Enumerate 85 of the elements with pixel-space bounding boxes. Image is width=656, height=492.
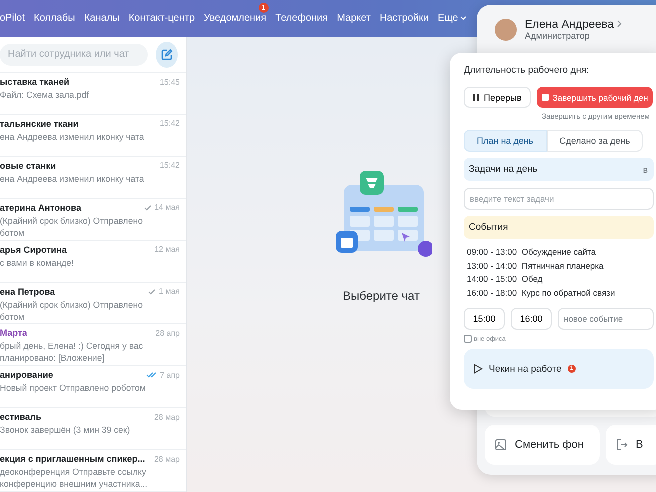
double-check-icon (146, 372, 158, 378)
chat-list-item[interactable]: ена Петрова 1 мая (Крайний срок близко) Отправлено ботом (0, 282, 186, 324)
events-title: События (469, 222, 508, 233)
pause-icon (473, 94, 479, 101)
nav-link[interactable]: Телефония (276, 13, 328, 24)
chat-list-item[interactable]: ыставка тканей 15:45 Файл: Схема зала.pdf (0, 73, 186, 115)
chat-name: ыставка тканей (0, 77, 70, 87)
nav-link[interactable]: Еще (438, 13, 468, 24)
change-background-button[interactable]: Сменить фон (485, 425, 600, 465)
chat-preview: Файл: Схема зала.pdf (0, 89, 90, 101)
tab[interactable]: План на день (464, 130, 547, 152)
chat-name: атерина Антонова (0, 202, 82, 213)
compose-button[interactable] (156, 42, 178, 68)
nav-link[interactable]: Маркет (337, 13, 371, 24)
chat-time: 14 мая (144, 203, 180, 212)
nav-link[interactable]: Настройки (380, 13, 429, 24)
chat-list-item[interactable]: екция с приглашенным спикер... 28 мар деоконференция Отправьте ссылку конференцию внешним участника... (0, 450, 186, 492)
chat-list-item[interactable]: атерина Антонова 14 мая (Крайний срок близко) Отправлено ботом (0, 198, 186, 241)
chat-time: 15:42 (160, 119, 180, 128)
event-line: 16:00 - 18:00 Курс по обратной связи (467, 288, 616, 299)
chat-list-item[interactable]: Марта 28 апр брый день, Елена! :) Сегодня у вас планировано: [Вложение] (0, 324, 186, 366)
chat-time: 1 мая (148, 287, 180, 296)
chat-time: 28 мар (154, 412, 180, 422)
pause-button[interactable]: Перерыв (464, 87, 531, 108)
nav-link[interactable]: oPilot (0, 13, 26, 24)
chat-name: Марта (0, 328, 28, 338)
start-time-field[interactable]: 15:00 (464, 308, 505, 330)
chat-time: 15:45 (160, 78, 180, 86)
chat-preview: брый день, Елена! :) Сегодня у вас планировано: [Вложение] (0, 340, 144, 364)
chat-time: 15:42 (160, 161, 180, 170)
tasks-title: Задачи на день (469, 164, 538, 175)
chat-time: 28 мар (154, 454, 180, 464)
chat-name: арья Сиротина (0, 244, 67, 255)
checkbox[interactable] (464, 335, 472, 343)
chat-name: естиваль (0, 412, 42, 422)
chat-name: тальянские ткани (0, 118, 79, 129)
nav-link[interactable]: Каналы (84, 13, 120, 24)
chat-name: анирование (0, 370, 54, 380)
chat-preview: ена Андреева изменил иконку чата (0, 172, 146, 185)
image-icon (495, 439, 507, 451)
search-field[interactable]: Найти сотрудника или чат (0, 44, 148, 66)
check-icon (148, 288, 156, 295)
chat-preview: Новый проект Отправлено роботом (0, 382, 147, 394)
chevron-right-icon (617, 20, 622, 28)
empty-state-text: Выберите чат (343, 288, 420, 302)
chat-time: 12 мая (154, 245, 180, 254)
nav-link[interactable]: Уведомления (204, 13, 267, 24)
chat-list-item[interactable]: анирование 7 апр Новый проект Отправлено роботом (0, 366, 186, 408)
user-role: Администратор (525, 31, 591, 41)
check-icon (144, 204, 152, 211)
chat-name: овые станки (0, 160, 56, 171)
user-name[interactable]: Елена Андреева (525, 19, 622, 31)
chat-time: 28 апр (156, 328, 180, 338)
chat-name: екция с приглашенным спикер... (0, 454, 146, 464)
end-time-field[interactable]: 16:00 (511, 308, 552, 330)
chevron-down-icon (460, 16, 468, 21)
chat-preview: (Крайний срок близко) Отправлено ботом (0, 214, 144, 239)
avatar-placeholder (495, 19, 517, 41)
event-line: 13:00 - 14:00 Пятничная планерка (467, 260, 605, 272)
chat-preview: деоконференция Отправьте ссылку конференцию внешним участника... (0, 466, 149, 490)
event-line: 14:00 - 15:00 Обед (467, 274, 544, 286)
chat-list-item[interactable]: арья Сиротина 12 мая с вами в команде! (0, 240, 186, 283)
exit-icon (616, 439, 628, 451)
chat-preview: (Крайний срок близко) Отправлено ботом (0, 298, 144, 323)
task-input-field[interactable]: введите текст задачи (464, 188, 654, 210)
tab[interactable]: Сделано за день (546, 130, 644, 152)
popup-title: Длительность рабочего дня: (464, 65, 590, 76)
chat-preview: Звонок завершён (3 мин 39 сек) (0, 424, 132, 436)
chat-preview: с вами в команде! (0, 256, 75, 269)
stop-icon (542, 94, 549, 101)
chat-list-item[interactable]: естиваль 28 мар Звонок завершён (3 мин 39 сек) (0, 408, 186, 450)
nav-link[interactable]: Коллабы (34, 13, 76, 24)
chat-list-item[interactable]: тальянские ткани 15:42 ена Андреева изменил иконку чата (0, 114, 186, 157)
exit-button[interactable]: В (606, 425, 656, 465)
play-icon (474, 364, 483, 374)
tasks-side-text: в (643, 164, 648, 174)
chat-time: 7 апр (146, 370, 180, 380)
chat-list-item[interactable]: овые станки 15:42 ена Андреева изменил иконку чата (0, 156, 186, 199)
chat-preview: ена Андреева изменил иконку чата (0, 130, 146, 143)
compose-icon (161, 48, 173, 60)
event-line: 09:00 - 13:00 Обсуждение сайта (467, 247, 597, 258)
new-event-field[interactable]: новое событие (558, 308, 654, 330)
nav-link[interactable]: Контакт-центр (128, 13, 196, 24)
chat-name: ена Петрова (0, 286, 56, 297)
finish-workday-button[interactable]: Завершить рабочий ден (536, 87, 654, 108)
